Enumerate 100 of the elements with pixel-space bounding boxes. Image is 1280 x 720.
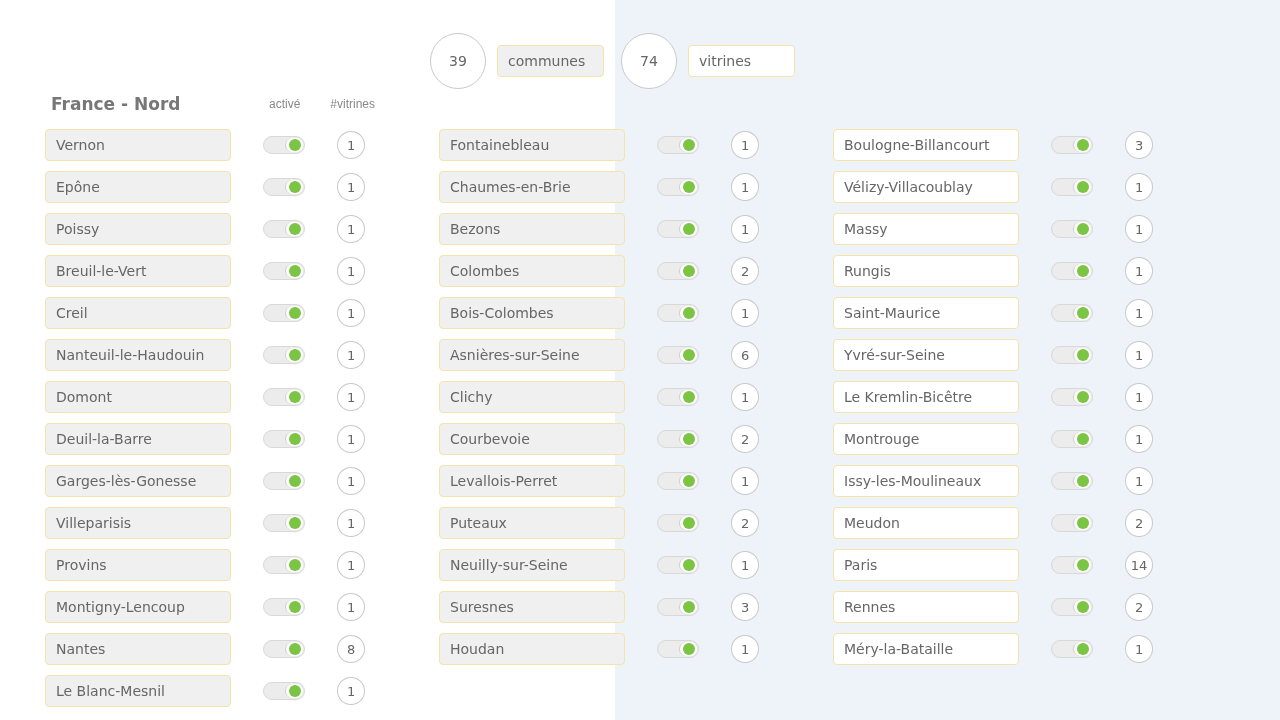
active-toggle[interactable] bbox=[263, 220, 306, 238]
commune-field[interactable]: Montigny-Lencoup bbox=[45, 591, 232, 623]
active-toggle[interactable] bbox=[657, 472, 700, 490]
active-toggle[interactable] bbox=[657, 136, 700, 154]
commune-field[interactable]: Provins bbox=[45, 549, 232, 581]
active-toggle[interactable] bbox=[657, 346, 700, 364]
active-toggle[interactable] bbox=[263, 682, 306, 700]
commune-field[interactable]: Montrouge bbox=[833, 423, 1020, 455]
active-toggle[interactable] bbox=[263, 514, 306, 532]
vitrine-count: 3 bbox=[731, 593, 759, 621]
vitrine-count: 1 bbox=[1125, 467, 1153, 495]
vitrine-count: 1 bbox=[731, 299, 759, 327]
commune-field[interactable]: Issy-les-Moulineaux bbox=[833, 465, 1020, 497]
active-toggle[interactable] bbox=[1051, 346, 1094, 364]
commune-field[interactable]: Saint-Maurice bbox=[833, 297, 1020, 329]
active-toggle[interactable] bbox=[657, 178, 700, 196]
commune-field[interactable]: Courbevoie bbox=[439, 423, 626, 455]
vitrine-count: 1 bbox=[1125, 173, 1153, 201]
active-toggle[interactable] bbox=[1051, 514, 1094, 532]
active-toggle[interactable] bbox=[1051, 472, 1094, 490]
vitrine-count: 1 bbox=[337, 173, 365, 201]
commune-field[interactable]: Rungis bbox=[833, 255, 1020, 287]
active-toggle[interactable] bbox=[263, 136, 306, 154]
active-toggle[interactable] bbox=[1051, 136, 1094, 154]
active-toggle[interactable] bbox=[1051, 178, 1094, 196]
active-toggle[interactable] bbox=[657, 598, 700, 616]
vitrine-count: 1 bbox=[337, 215, 365, 243]
active-toggle[interactable] bbox=[657, 640, 700, 658]
commune-field[interactable]: Levallois-Perret bbox=[439, 465, 626, 497]
commune-field[interactable]: Vélizy-Villacoublay bbox=[833, 171, 1020, 203]
commune-field[interactable]: Nanteuil-le-Haudouin bbox=[45, 339, 232, 371]
active-toggle[interactable] bbox=[263, 178, 306, 196]
commune-field[interactable]: Deuil-la-Barre bbox=[45, 423, 232, 455]
active-toggle[interactable] bbox=[657, 262, 700, 280]
active-toggle[interactable] bbox=[1051, 388, 1094, 406]
vitrine-count: 2 bbox=[731, 257, 759, 285]
active-toggle[interactable] bbox=[263, 262, 306, 280]
commune-field[interactable]: Nantes bbox=[45, 633, 232, 665]
commune-field[interactable]: Le Kremlin-Bicêtre bbox=[833, 381, 1020, 413]
commune-field[interactable]: Creil bbox=[45, 297, 232, 329]
active-toggle[interactable] bbox=[1051, 430, 1094, 448]
commune-field[interactable]: Poissy bbox=[45, 213, 232, 245]
active-toggle[interactable] bbox=[1051, 640, 1094, 658]
region-title: France - Nord bbox=[51, 94, 182, 114]
commune-field[interactable]: Bezons bbox=[439, 213, 626, 245]
commune-field[interactable]: Le Blanc-Mesnil bbox=[45, 675, 232, 707]
vitrine-count: 1 bbox=[1125, 341, 1153, 369]
vitrine-count: 1 bbox=[1125, 257, 1153, 285]
commune-field[interactable]: Neuilly-sur-Seine bbox=[439, 549, 626, 581]
active-toggle[interactable] bbox=[657, 556, 700, 574]
vitrine-count: 1 bbox=[337, 299, 365, 327]
active-toggle[interactable] bbox=[1051, 556, 1094, 574]
vitrine-count: 1 bbox=[337, 677, 365, 705]
active-toggle[interactable] bbox=[657, 220, 700, 238]
commune-field[interactable]: Meudon bbox=[833, 507, 1020, 539]
commune-field[interactable]: Garges-lès-Gonesse bbox=[45, 465, 232, 497]
active-toggle[interactable] bbox=[263, 640, 306, 658]
active-toggle[interactable] bbox=[263, 304, 306, 322]
commune-field[interactable]: Houdan bbox=[439, 633, 626, 665]
commune-field[interactable]: Colombes bbox=[439, 255, 626, 287]
commune-field[interactable]: Paris bbox=[833, 549, 1020, 581]
active-toggle[interactable] bbox=[263, 388, 306, 406]
commune-field[interactable]: Puteaux bbox=[439, 507, 626, 539]
vitrine-count: 14 bbox=[1125, 551, 1153, 579]
commune-field[interactable]: Suresnes bbox=[439, 591, 626, 623]
count-header: #vitrines bbox=[330, 97, 376, 111]
vitrine-count: 1 bbox=[731, 131, 759, 159]
commune-field[interactable]: Rennes bbox=[833, 591, 1020, 623]
commune-field[interactable]: Epône bbox=[45, 171, 232, 203]
vitrine-count: 1 bbox=[337, 509, 365, 537]
active-toggle[interactable] bbox=[263, 346, 306, 364]
active-toggle[interactable] bbox=[1051, 304, 1094, 322]
commune-field[interactable]: Yvré-sur-Seine bbox=[833, 339, 1020, 371]
active-toggle[interactable] bbox=[263, 472, 306, 490]
active-toggle[interactable] bbox=[263, 556, 306, 574]
active-toggle[interactable] bbox=[657, 388, 700, 406]
commune-field[interactable]: Massy bbox=[833, 213, 1020, 245]
vitrine-count: 2 bbox=[1125, 509, 1153, 537]
commune-field[interactable]: Vernon bbox=[45, 129, 232, 161]
commune-field[interactable]: Clichy bbox=[439, 381, 626, 413]
commune-field[interactable]: Villeparisis bbox=[45, 507, 232, 539]
vitrine-count: 1 bbox=[337, 383, 365, 411]
active-toggle[interactable] bbox=[263, 598, 306, 616]
active-toggle[interactable] bbox=[657, 304, 700, 322]
active-toggle[interactable] bbox=[657, 430, 700, 448]
commune-field[interactable]: Breuil-le-Vert bbox=[45, 255, 232, 287]
active-toggle[interactable] bbox=[263, 430, 306, 448]
commune-field[interactable]: Bois-Colombes bbox=[439, 297, 626, 329]
active-toggle[interactable] bbox=[1051, 598, 1094, 616]
commune-field[interactable]: Domont bbox=[45, 381, 232, 413]
commune-field[interactable]: Méry-la-Bataille bbox=[833, 633, 1020, 665]
commune-field[interactable]: Fontainebleau bbox=[439, 129, 626, 161]
active-toggle[interactable] bbox=[657, 514, 700, 532]
active-toggle[interactable] bbox=[1051, 262, 1094, 280]
commune-field[interactable]: Boulogne-Billancourt bbox=[833, 129, 1020, 161]
vitrine-count: 1 bbox=[1125, 215, 1153, 243]
active-toggle[interactable] bbox=[1051, 220, 1094, 238]
commune-field[interactable]: Asnières-sur-Seine bbox=[439, 339, 626, 371]
vitrine-count: 1 bbox=[337, 593, 365, 621]
commune-field[interactable]: Chaumes-en-Brie bbox=[439, 171, 626, 203]
